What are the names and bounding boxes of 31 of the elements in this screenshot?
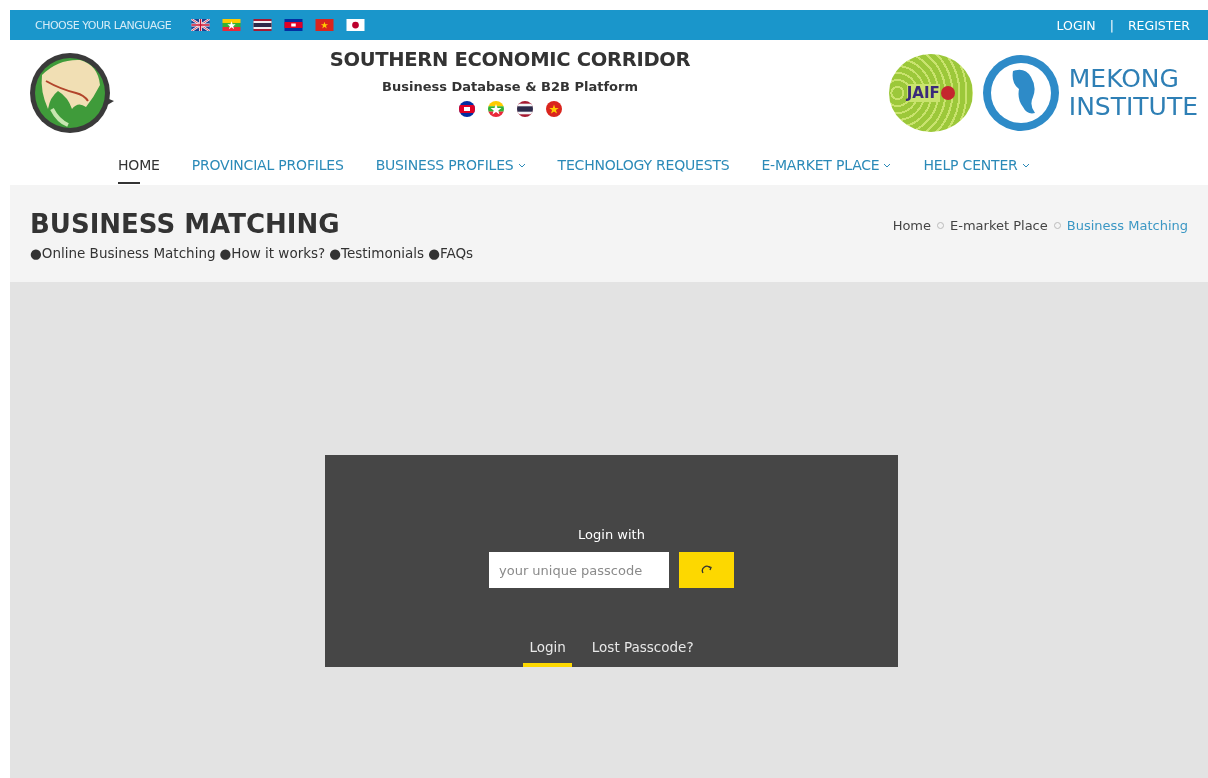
institute-name-line: INSTITUTE: [1068, 92, 1198, 121]
jaif-logo[interactable]: JAIF: [888, 53, 973, 132]
refresh-icon: [700, 564, 713, 576]
nav-item[interactable]: TECHNOLOGY REQUESTS: [557, 149, 730, 181]
breadcrumb-link[interactable]: Home: [892, 217, 931, 233]
language-label: CHOOSE YOUR LANGUAGE: [35, 18, 172, 32]
panel-tab[interactable]: Login: [523, 635, 572, 667]
section-link[interactable]: ●How it works?: [219, 245, 326, 261]
nav-item[interactable]: PROVINCIAL PROFILES: [191, 149, 344, 181]
nav-item[interactable]: BUSINESS PROFILES: [375, 149, 526, 181]
nav-item[interactable]: E-MARKET PLACE: [761, 149, 892, 181]
nav-item[interactable]: HELP CENTER: [923, 149, 1030, 181]
flag-icon[interactable]: [346, 19, 366, 31]
site-title: SOUTHERN ECONOMIC CORRIDOR: [329, 48, 691, 71]
panel-tab[interactable]: Lost Passcode?: [585, 635, 700, 667]
login-heading: Login with: [578, 527, 645, 542]
institute-name-line: MEKONG: [1068, 64, 1180, 93]
site-subtitle: Business Database & B2B Platform: [382, 79, 638, 94]
nav-item[interactable]: HOME: [118, 149, 160, 181]
separator: |: [1109, 17, 1114, 33]
flag-icon[interactable]: [222, 19, 242, 31]
breadcrumb-link[interactable]: E-market Place: [950, 217, 1048, 233]
map-seal-icon: [980, 52, 1061, 133]
section-link[interactable]: ●Testimonials: [329, 245, 425, 261]
flag-icon[interactable]: [253, 19, 273, 31]
flag-icon[interactable]: [191, 19, 211, 31]
page-heading: BUSINESS MATCHING: [30, 209, 341, 239]
section-link[interactable]: ●Online Business Matching: [30, 245, 216, 261]
flag-icon[interactable]: [284, 19, 304, 31]
passcode-field[interactable]: your unique passcode: [489, 552, 669, 588]
section-link[interactable]: ●FAQs: [428, 245, 474, 261]
